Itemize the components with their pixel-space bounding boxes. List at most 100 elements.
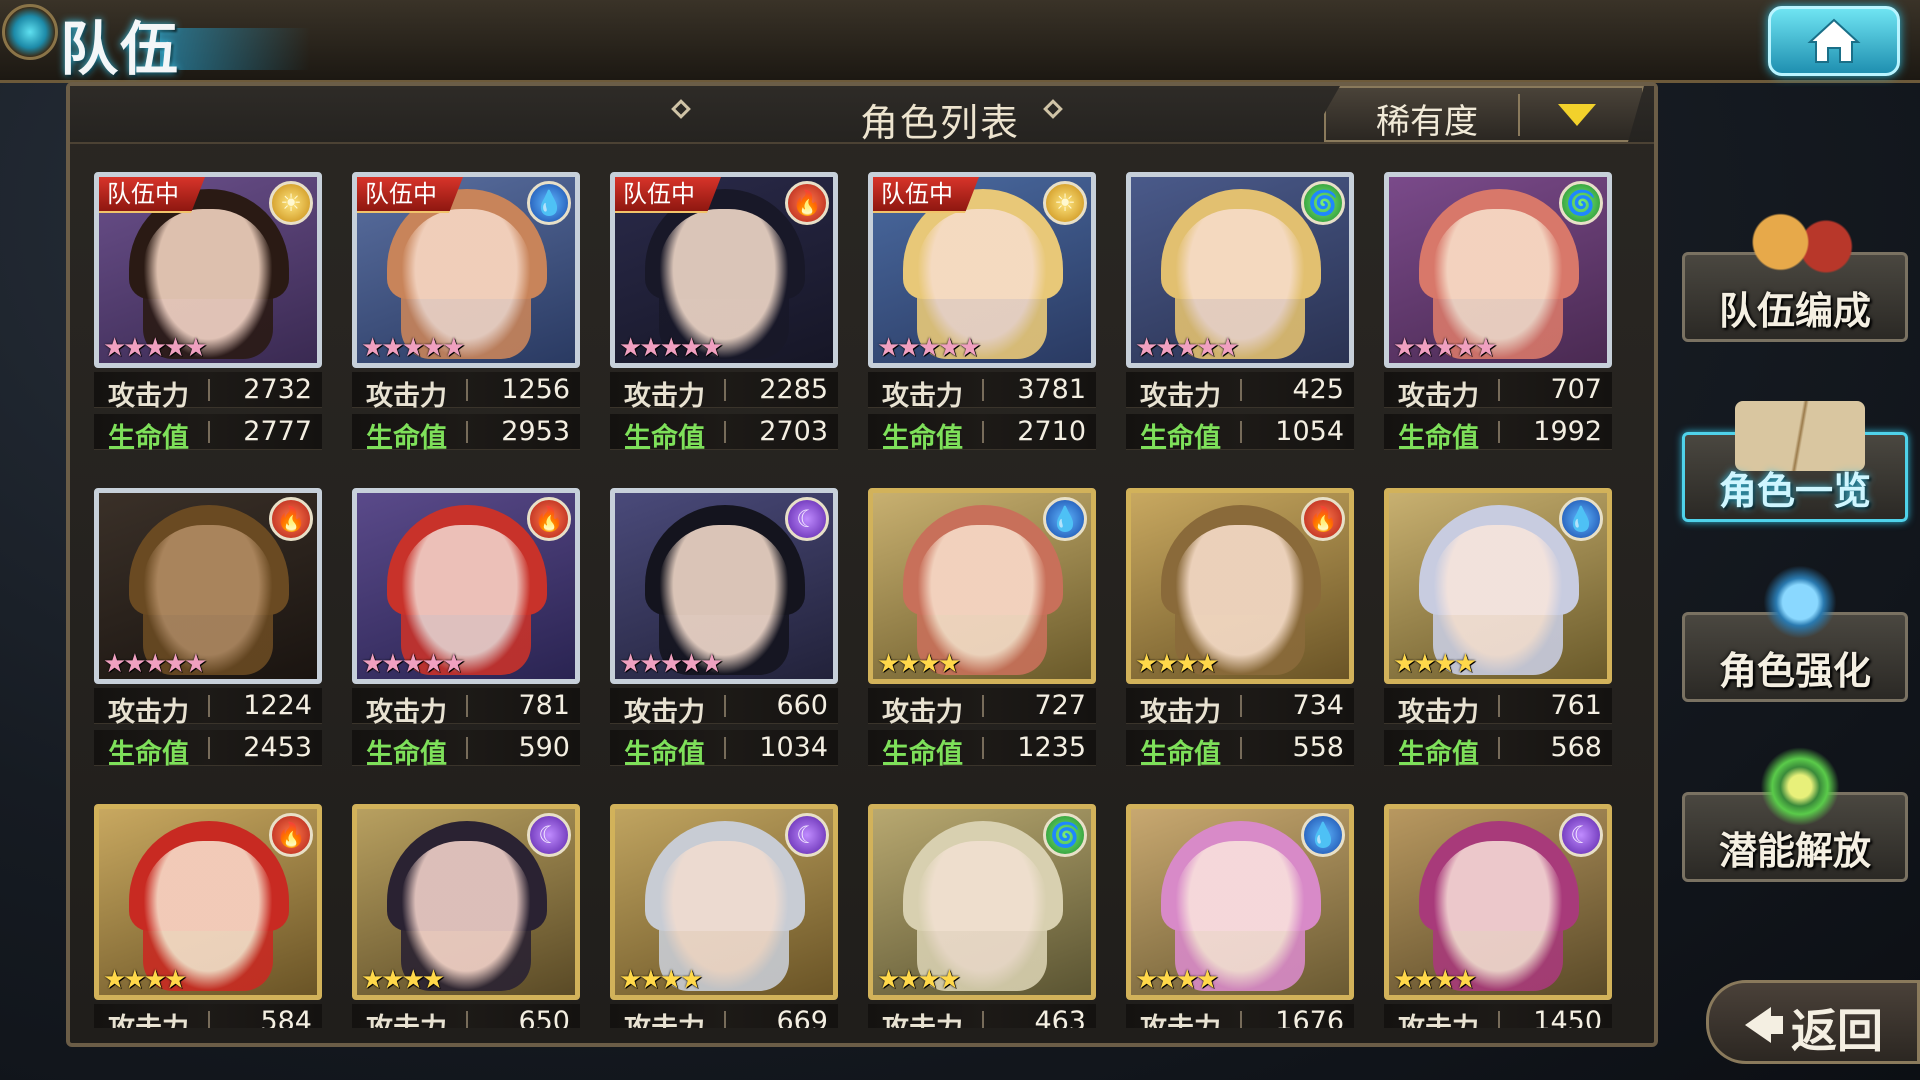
rarity-stars: ★★★★★ — [1135, 333, 1240, 363]
home-button[interactable] — [1768, 6, 1900, 76]
character-portrait[interactable]: ☾ ★★★★★ — [610, 488, 838, 684]
attack-value: 1676 — [1275, 1006, 1344, 1028]
hp-stat: 生命值 2453 — [94, 730, 322, 770]
character-list-button[interactable]: 角色一览 — [1682, 401, 1908, 522]
divider — [466, 695, 468, 717]
character-card[interactable]: 队伍中 ☀ ★★★★★ 攻击力 2732 生命值 2777 — [94, 172, 322, 472]
divider — [1240, 1011, 1242, 1028]
character-card[interactable]: 🔥 ★★★★★ 攻击力 781 生命值 590 — [352, 488, 580, 788]
divider — [1498, 695, 1500, 717]
character-card[interactable]: 队伍中 💧 ★★★★★ 攻击力 1256 生命值 2953 — [352, 172, 580, 472]
character-portrait[interactable]: 队伍中 🔥 ★★★★★ — [610, 172, 838, 368]
attack-label: 攻击力 — [624, 697, 705, 728]
character-card[interactable]: ☾ ★★★★★ 攻击力 660 生命值 1034 — [610, 488, 838, 788]
attack-stat: 攻击力 669 — [610, 1004, 838, 1028]
character-portrait[interactable]: 队伍中 ☀ ★★★★★ — [868, 172, 1096, 368]
character-card[interactable]: 🌀 ★★★★★ 攻击力 425 生命值 1054 — [1126, 172, 1354, 472]
character-portrait[interactable]: 💧 ★★★★ — [1384, 488, 1612, 684]
rarity-stars: ★★★★ — [103, 965, 187, 995]
attack-stat: 攻击力 727 — [868, 688, 1096, 728]
attack-value: 761 — [1550, 690, 1602, 721]
character-portrait[interactable]: 🔥 ★★★★★ — [94, 488, 322, 684]
character-card[interactable]: 🔥 ★★★★ 攻击力 734 生命值 558 — [1126, 488, 1354, 788]
fire-element-icon: 🔥 — [269, 497, 313, 541]
character-card[interactable]: 💧 ★★★★ 攻击力 727 生命值 1235 — [868, 488, 1096, 788]
divider — [208, 379, 210, 401]
attack-value: 781 — [518, 690, 570, 721]
attack-value: 425 — [1292, 374, 1344, 405]
wind-element-icon: 🌀 — [1043, 813, 1087, 857]
character-portrait[interactable]: 🔥 ★★★★ — [94, 804, 322, 1000]
side-menu-label: 队伍编成 — [1718, 289, 1871, 333]
character-portrait[interactable]: ☾ ★★★★ — [610, 804, 838, 1000]
character-card[interactable]: 💧 ★★★★ 攻击力 1676 — [1126, 804, 1354, 1028]
rarity-stars: ★★★★★ — [877, 333, 982, 363]
rarity-stars: ★★★★★ — [619, 649, 724, 679]
attack-value: 463 — [1034, 1006, 1086, 1028]
character-card[interactable]: 🔥 ★★★★ 攻击力 584 — [94, 804, 322, 1028]
hp-value: 1034 — [759, 732, 828, 763]
attack-stat: 攻击力 761 — [1384, 688, 1612, 728]
character-card[interactable]: ☾ ★★★★ 攻击力 1450 — [1384, 804, 1612, 1028]
character-portrait[interactable]: 🌀 ★★★★ — [868, 804, 1096, 1000]
rarity-stars: ★★★★★ — [103, 649, 208, 679]
list-title: 角色列表 — [859, 101, 1020, 145]
attack-label: 攻击力 — [108, 697, 189, 728]
home-icon — [1807, 18, 1861, 63]
wind-element-icon: 🌀 — [1559, 181, 1603, 225]
panel-header: 角色列表 稀有度 — [70, 86, 1654, 145]
attack-label: 攻击力 — [1140, 697, 1221, 728]
character-portrait[interactable]: 💧 ★★★★ — [1126, 804, 1354, 1000]
fire-element-icon: 🔥 — [527, 497, 571, 541]
back-arrow-icon-tail — [1769, 1016, 1783, 1034]
character-portrait[interactable]: 队伍中 ☀ ★★★★★ — [94, 172, 322, 368]
page-title: 队伍 — [60, 15, 181, 83]
hp-stat: 生命值 558 — [1126, 730, 1354, 770]
attack-label: 攻击力 — [1140, 1006, 1221, 1028]
chevron-down-icon[interactable] — [1558, 104, 1596, 126]
in-team-badge: 队伍中 — [99, 177, 205, 213]
divider — [982, 421, 984, 443]
character-card[interactable]: 队伍中 ☀ ★★★★★ 攻击力 3781 生命值 2710 — [868, 172, 1096, 472]
character-grid[interactable]: 队伍中 ☀ ★★★★★ 攻击力 2732 生命值 2777 队伍中 💧 ★★★★★ 攻击… — [94, 172, 1654, 1028]
character-card[interactable]: 💧 ★★★★ 攻击力 761 生命值 568 — [1384, 488, 1612, 788]
dark-element-icon: ☾ — [527, 813, 571, 857]
character-card[interactable]: 队伍中 🔥 ★★★★★ 攻击力 2285 生命值 2703 — [610, 172, 838, 472]
character-portrait[interactable]: 队伍中 💧 ★★★★★ — [352, 172, 580, 368]
enhance-crystal-icon — [1735, 557, 1865, 647]
character-portrait[interactable]: 🌀 ★★★★★ — [1384, 172, 1612, 368]
attack-label: 攻击力 — [366, 697, 447, 728]
divider — [982, 1011, 984, 1028]
character-portrait[interactable]: 🔥 ★★★★ — [1126, 488, 1354, 684]
character-card[interactable]: 🔥 ★★★★★ 攻击力 1224 生命值 2453 — [94, 488, 322, 788]
divider — [724, 695, 726, 717]
character-enhance-button[interactable]: 角色强化 — [1682, 557, 1908, 702]
divider — [466, 1011, 468, 1028]
character-card[interactable]: ☾ ★★★★ 攻击力 669 — [610, 804, 838, 1028]
hp-label: 生命值 — [882, 423, 963, 454]
hp-label: 生命值 — [1140, 423, 1221, 454]
character-card[interactable]: 🌀 ★★★★★ 攻击力 707 生命值 1992 — [1384, 172, 1612, 472]
hp-label: 生命值 — [1398, 739, 1479, 770]
divider — [982, 379, 984, 401]
character-portrait[interactable]: 🌀 ★★★★★ — [1126, 172, 1354, 368]
sort-dropdown[interactable]: 稀有度 — [1324, 86, 1644, 142]
character-portrait[interactable]: ☾ ★★★★ — [1384, 804, 1612, 1000]
divider — [208, 421, 210, 443]
team-edit-button[interactable]: 队伍编成 — [1682, 197, 1908, 342]
character-card[interactable]: 🌀 ★★★★ 攻击力 463 — [868, 804, 1096, 1028]
fire-element-icon: 🔥 — [1301, 497, 1345, 541]
divider — [1498, 737, 1500, 759]
attack-label: 攻击力 — [366, 1006, 447, 1028]
character-portrait[interactable]: 💧 ★★★★ — [868, 488, 1096, 684]
hp-stat: 生命值 1054 — [1126, 414, 1354, 454]
character-portrait[interactable]: ☾ ★★★★ — [352, 804, 580, 1000]
back-button[interactable]: 返回 — [1706, 980, 1920, 1064]
potential-unlock-button[interactable]: 潜能解放 — [1682, 737, 1908, 882]
character-portrait[interactable]: 🔥 ★★★★★ — [352, 488, 580, 684]
character-card[interactable]: ☾ ★★★★ 攻击力 650 — [352, 804, 580, 1028]
water-element-icon: 💧 — [1301, 813, 1345, 857]
divider — [1498, 1011, 1500, 1028]
attack-value: 3781 — [1017, 374, 1086, 405]
divider — [1518, 94, 1520, 136]
